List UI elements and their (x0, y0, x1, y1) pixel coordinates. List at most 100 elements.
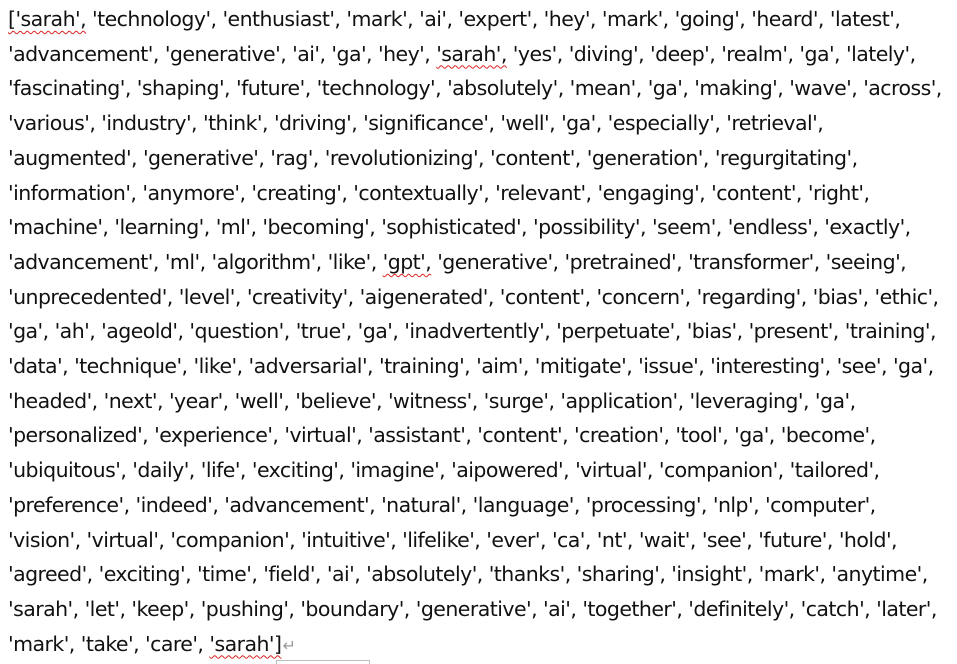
word-token: 'machine', (8, 215, 109, 240)
word-token: 'catch', (800, 596, 871, 621)
word-token: 'definitely', (688, 596, 795, 621)
word-token: 'ah', (54, 319, 96, 344)
word-token: 'ca', (551, 527, 591, 552)
word-token: 'ga', (892, 354, 934, 379)
document-body-text[interactable]: ['sarah', 'technology', 'enthusiast', 'm… (8, 2, 948, 663)
word-token: 'technology', (316, 76, 442, 101)
word-token: 'anytime', (831, 562, 928, 587)
word-token: 'regurgitating', (714, 145, 858, 170)
word-token: 'going', (674, 7, 746, 31)
word-token: 'ageold', (101, 319, 184, 344)
word-token: 'advancement', (8, 249, 159, 274)
word-token: 'interesting', (710, 354, 831, 379)
word-token: 'content', (711, 180, 802, 205)
word-token: 'bias', (686, 319, 743, 344)
word-token: 'later', (876, 596, 937, 621)
word-token: 'processing', (585, 492, 708, 517)
word-token: 'tool', (675, 423, 729, 448)
word-token: 'lately', (845, 41, 916, 66)
word-token: 'endless', (727, 215, 819, 240)
word-token: 'across', (863, 76, 942, 101)
word-token: 'realm', (721, 41, 794, 66)
document-page[interactable]: ['sarah', 'technology', 'enthusiast', 'm… (0, 0, 957, 664)
word-token: 'advancement', (8, 41, 159, 66)
word-token: 'leveraging', (689, 388, 810, 413)
word-token: 'like', (327, 249, 378, 274)
word-token: 'insight', (671, 562, 753, 587)
word-token: 'possibility', (533, 215, 647, 240)
word-token: 'generative', (415, 596, 538, 621)
word-token: 'aim', (476, 354, 529, 379)
word-token: 'aigenerated', (359, 284, 495, 309)
word-token: 'life', (200, 458, 247, 483)
word-token: 'experience', (154, 423, 279, 448)
word-token: 'intuitive', (301, 527, 397, 552)
word-token: 'exciting', (98, 562, 192, 587)
word-token: 'well', (500, 111, 556, 136)
word-token: 'adversarial', (248, 354, 374, 379)
word-token: 'yes', (512, 41, 563, 66)
word-token: 'keep', (131, 596, 195, 621)
word-token: 'assistant', (368, 423, 472, 448)
word-token: 'rag', (270, 145, 319, 170)
word-token: 'imagine', (350, 458, 446, 483)
word-token: 'let', (84, 596, 126, 621)
word-token: 'aipowered', (451, 458, 570, 483)
word-token: 'mitigate', (534, 354, 633, 379)
word-token: 'see', (701, 527, 753, 552)
misspelled-word-token: 'gpt', (382, 249, 432, 274)
word-token: 'ga', (561, 111, 602, 136)
word-token: 'ai', (419, 7, 453, 31)
word-token: 'application', (560, 388, 684, 413)
word-token: 'virtual', (575, 458, 653, 483)
word-token: 'year', (168, 388, 229, 413)
word-token: 'right', (807, 180, 870, 205)
word-token: 'content', (489, 145, 581, 170)
misspelled-word-token: 'sarah', (436, 41, 507, 66)
word-token: 'vision', (8, 527, 81, 552)
word-token: 'computer', (765, 492, 876, 517)
word-token: 'present', (748, 319, 840, 344)
word-token: 'ga', (799, 41, 841, 66)
word-token: 'latest', (829, 7, 901, 31)
word-token: 'significance', (363, 111, 495, 136)
word-token: 'seem', (651, 215, 722, 240)
word-token: 'personalized', (8, 423, 149, 448)
word-token: 'retrieval', (726, 111, 824, 136)
word-token: 'ga', (8, 319, 49, 344)
word-token: 'hey', (543, 7, 597, 31)
word-token: 'technique', (74, 354, 188, 379)
word-token: 'language', (472, 492, 581, 517)
word-token: 'mean', (569, 76, 643, 101)
word-token: 'revolutionizing', (324, 145, 485, 170)
word-token: 'well', (234, 388, 290, 413)
word-token: 'anymore', (142, 180, 246, 205)
word-token: 'heard', (751, 7, 824, 31)
word-token: 'headed', (8, 388, 98, 413)
word-token: 'creativity', (246, 284, 354, 309)
word-token: 'driving', (273, 111, 358, 136)
word-token: 'absolutely', (447, 76, 564, 101)
word-token: 'lifelike', (402, 527, 481, 552)
word-token: 'engaging', (597, 180, 706, 205)
paragraph-mark-icon: ↵ (282, 635, 296, 655)
word-token: 'augmented', (8, 145, 138, 170)
word-token: 'deep', (650, 41, 716, 66)
word-token: 'boundary', (300, 596, 410, 621)
misspelled-word-token: ['sarah', (8, 7, 87, 31)
word-token: 'various', (8, 111, 96, 136)
word-token: 'daily', (132, 458, 195, 483)
word-token: 'shaping', (136, 76, 231, 101)
word-token: 'regarding', (696, 284, 808, 309)
word-token: 'agreed', (8, 562, 93, 587)
word-token: 'industry', (101, 111, 198, 136)
word-token: 'especially', (607, 111, 721, 136)
word-token: 'generative', (437, 249, 559, 274)
word-token: 'ga', (647, 76, 689, 101)
word-token: 'creating', (251, 180, 348, 205)
word-token: 'fascinating', (8, 76, 131, 101)
word-token: 'generative', (142, 145, 265, 170)
word-token: 'virtual', (284, 423, 363, 448)
word-token: 'wait', (638, 527, 697, 552)
word-token: 'diving', (568, 41, 645, 66)
